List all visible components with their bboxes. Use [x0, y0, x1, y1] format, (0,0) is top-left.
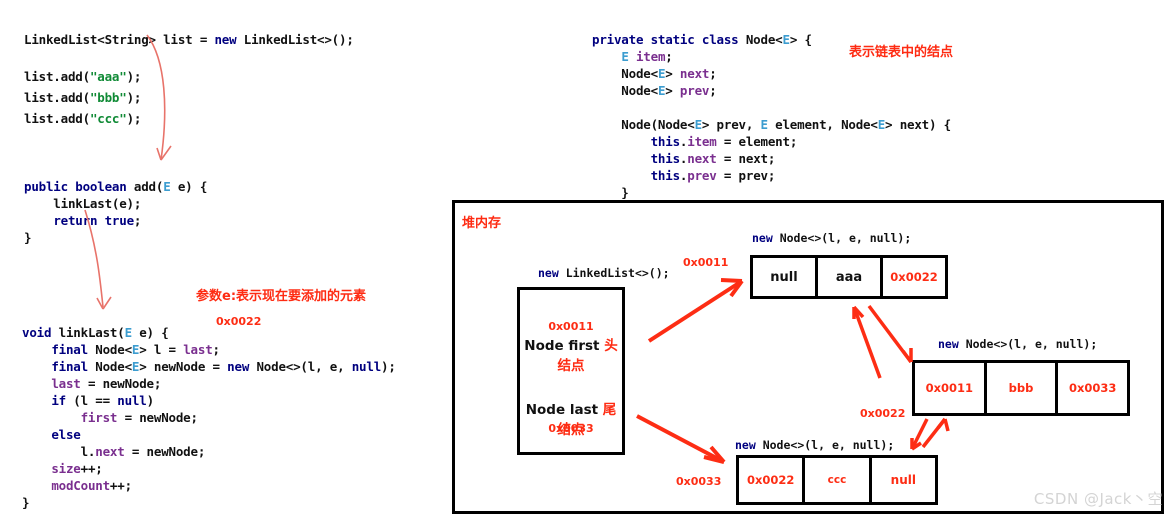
node-box-aaa: null aaa 0x0022: [750, 255, 948, 299]
arrow-label-last-address: 0x0033: [676, 475, 722, 488]
heap-memory-title: 堆内存: [462, 216, 502, 231]
annotation-linklast-address: 0x0022: [216, 315, 262, 328]
caption-node-ccc: new Node<>(l, e, null);: [735, 438, 894, 452]
last-field-label: Node last: [525, 402, 603, 418]
caption-keyword-new: new: [938, 337, 959, 351]
linkedlist-last-address: 0x0033: [548, 422, 594, 435]
caption-text: Node<>(l, e, null);: [755, 438, 895, 452]
arrow-label-mid-address: 0x0022: [860, 407, 906, 420]
node-box-bbb: 0x0011 bbb 0x0033: [912, 360, 1130, 416]
node-aaa-next-cell: 0x0022: [890, 270, 938, 284]
annotation-node-class-note: 表示链表中的结点: [849, 45, 954, 60]
caption-keyword-new: new: [538, 266, 559, 280]
node-ccc-item-cell: ccc: [805, 458, 872, 502]
screenshot-root: LinkedList<String> list = new LinkedList…: [0, 0, 1171, 519]
code-block-add-method: public boolean add(E e) { linkLast(e); r…: [24, 179, 208, 245]
annotation-param-note: 参数e:表示现在要添加的元素: [196, 289, 367, 304]
caption-keyword-new: new: [752, 231, 773, 245]
caption-text: Node<>(l, e, null);: [958, 337, 1098, 351]
caption-new-linkedlist: new LinkedList<>();: [538, 266, 670, 280]
csdn-watermark: CSDN @Jack丶空: [1033, 490, 1163, 508]
linkedlist-first-field: Node first 头结点: [520, 334, 622, 374]
linkedlist-object-box: 0x0011 Node first 头结点 Node last 尾结点 0x00…: [517, 287, 625, 455]
caption-node-aaa: new Node<>(l, e, null);: [752, 231, 911, 245]
node-aaa-prev-cell: null: [753, 258, 818, 296]
node-bbb-item-cell: bbb: [987, 363, 1059, 413]
caption-node-bbb: new Node<>(l, e, null);: [938, 337, 1097, 351]
node-box-ccc: 0x0022 ccc null: [736, 455, 938, 505]
node-ccc-prev-cell: 0x0022: [739, 458, 806, 502]
caption-keyword-new: new: [735, 438, 756, 452]
caption-text: LinkedList<>();: [558, 266, 670, 280]
node-bbb-prev-cell: 0x0011: [915, 363, 987, 413]
arrow-label-first-address: 0x0011: [683, 256, 729, 269]
node-ccc-next-cell: null: [890, 473, 916, 487]
node-bbb-next-cell: 0x0033: [1068, 381, 1117, 395]
first-field-label: Node first: [524, 338, 605, 354]
caption-text: Node<>(l, e, null);: [772, 231, 912, 245]
node-aaa-item-cell: aaa: [818, 258, 883, 296]
code-block-list-adds: list.add("aaa"); list.add("bbb"); list.a…: [24, 69, 142, 126]
curve-arrow-add-head: [156, 145, 172, 161]
code-block-link-last: void linkLast(E e) { final Node<E> l = l…: [22, 325, 396, 510]
linkedlist-first-address: 0x0011: [548, 320, 594, 333]
